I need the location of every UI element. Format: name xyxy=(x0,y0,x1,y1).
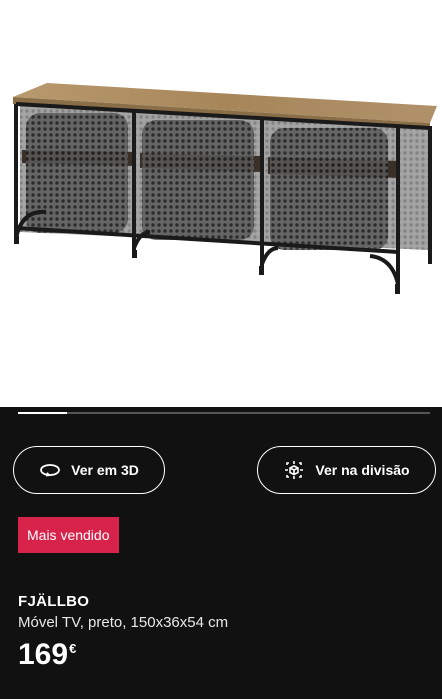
product-image-gallery[interactable] xyxy=(0,0,442,414)
price-value: 169 xyxy=(18,638,69,671)
view-in-room-label: Ver na divisão xyxy=(315,462,410,478)
bestseller-badge: Mais vendido xyxy=(18,517,119,553)
ar-room-icon xyxy=(283,459,305,481)
product-image xyxy=(13,83,437,294)
view-3d-label: Ver em 3D xyxy=(71,462,139,478)
product-name: FJÄLLBO xyxy=(18,593,90,610)
rotate-3d-icon xyxy=(39,459,61,481)
gallery-progress-fill xyxy=(18,412,68,414)
view-in-room-button[interactable]: Ver na divisão xyxy=(257,446,436,494)
view-3d-button[interactable]: Ver em 3D xyxy=(13,446,165,494)
product-description: Móvel TV, preto, 150x36x54 cm xyxy=(18,614,229,631)
price-currency: € xyxy=(69,641,77,656)
product-price: 169 € xyxy=(18,638,76,672)
gallery-progress xyxy=(18,412,430,414)
